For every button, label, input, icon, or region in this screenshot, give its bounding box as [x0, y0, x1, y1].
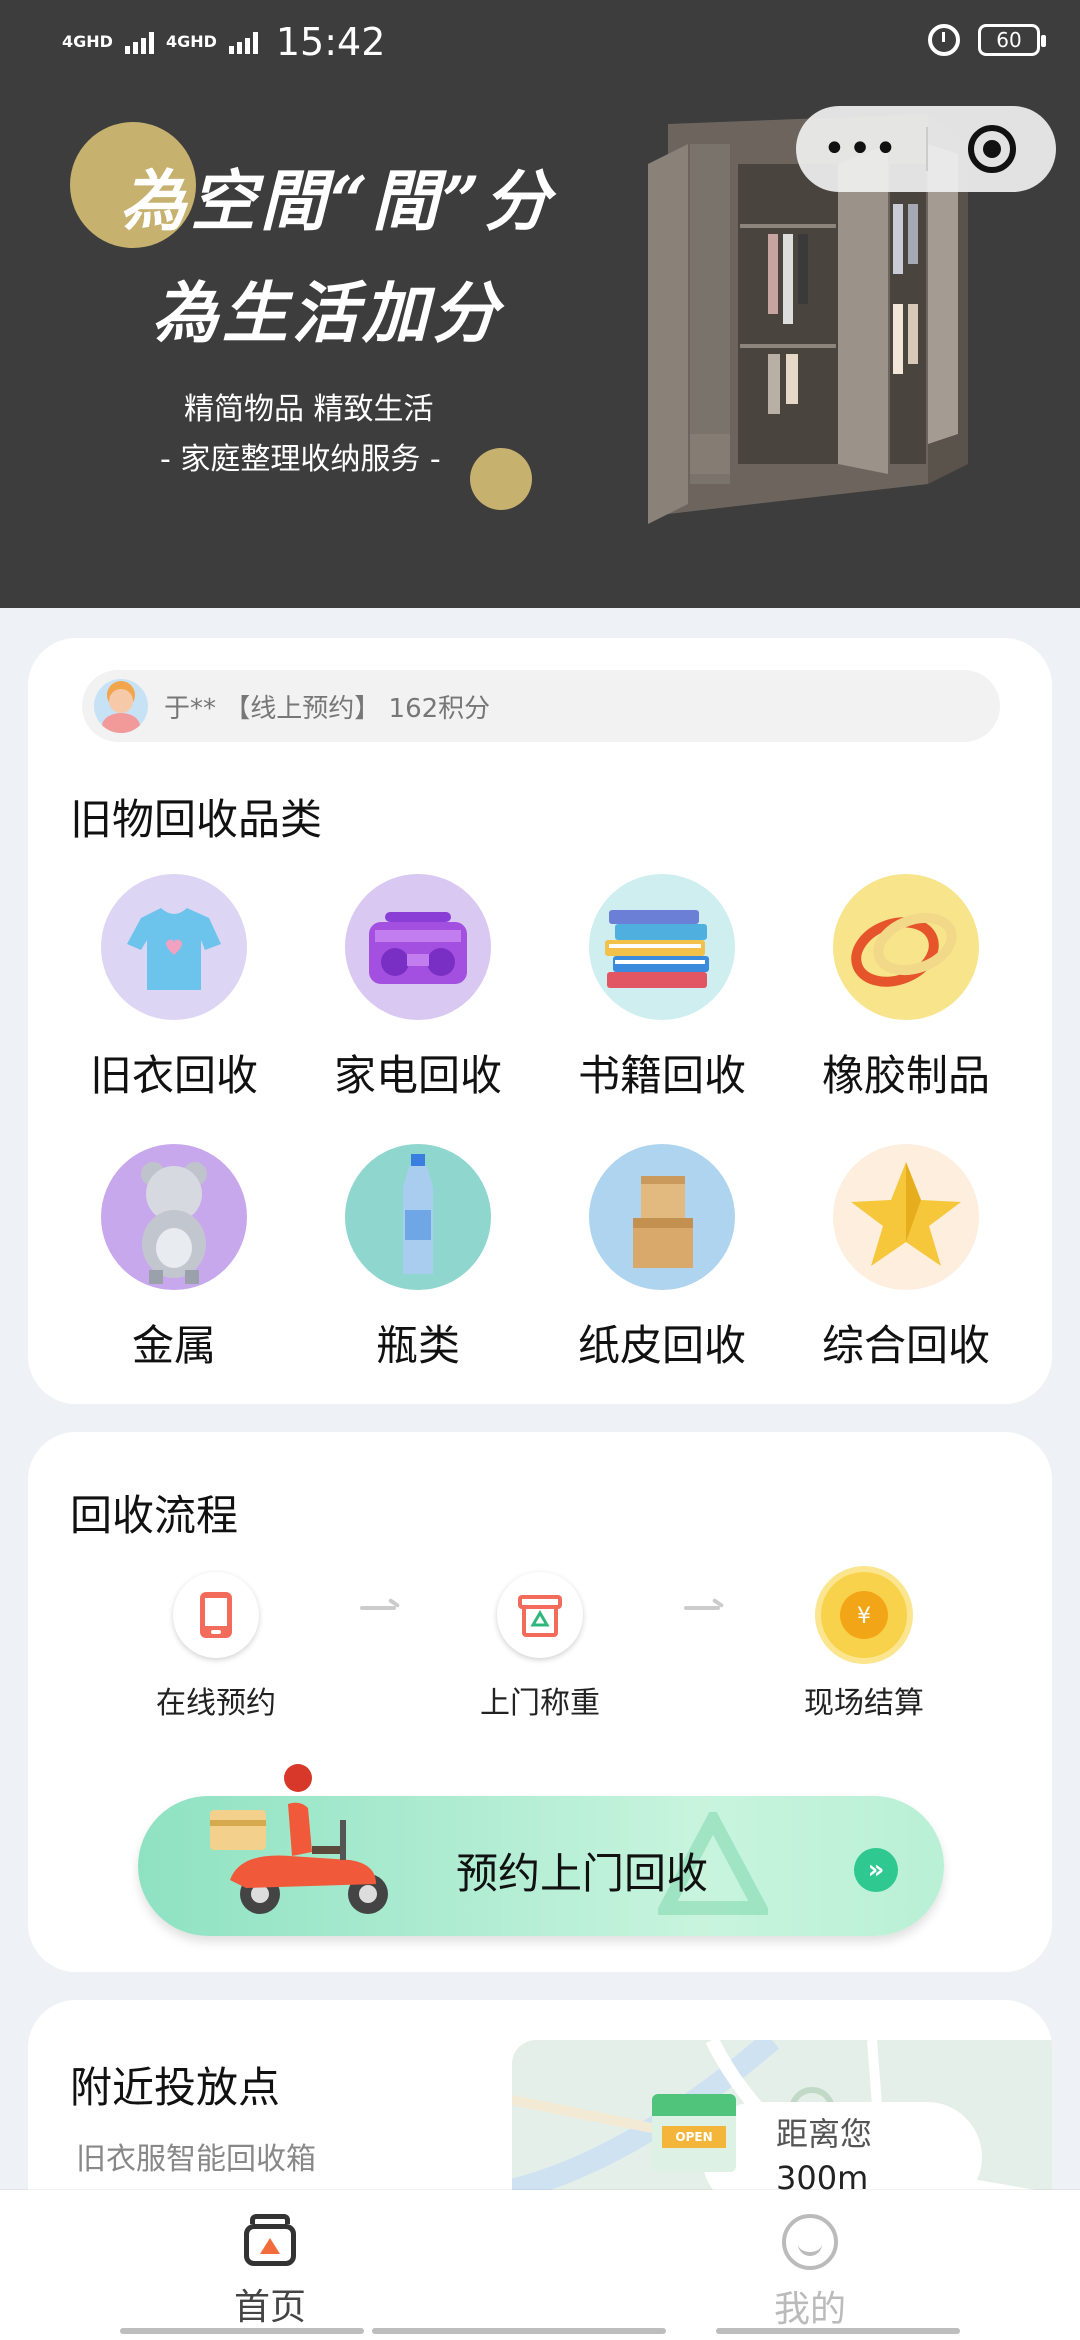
category-general[interactable]: 综合回收: [784, 1144, 1028, 1384]
signal-icon: [228, 30, 258, 54]
avatar: [94, 679, 148, 733]
category-metal[interactable]: 金属: [52, 1144, 296, 1384]
tshirt-icon: [101, 874, 247, 1020]
category-grid: 旧衣回收 家电回收 书籍回收 橡胶制品 金属 瓶类 纸皮回收 综合回收: [28, 874, 1052, 1384]
svg-text:¥: ¥: [857, 1604, 871, 1629]
category-clothes[interactable]: 旧衣回收: [52, 874, 296, 1114]
open-badge: OPEN: [662, 2126, 726, 2148]
category-label: 纸皮回收: [577, 1321, 746, 1370]
home-indicator[interactable]: [372, 2328, 666, 2334]
target-close-icon: [968, 125, 1016, 173]
category-label: 橡胶制品: [821, 1051, 990, 1100]
arrow-icon: [684, 1598, 724, 1618]
nearby-subtitle: 旧衣服智能回收箱: [76, 2142, 316, 2177]
banner-slogan-line1: 為空間“間”分: [120, 162, 554, 240]
books-icon: [589, 874, 735, 1020]
ticker-text: 于** 【线上预约】 162积分: [164, 693, 491, 724]
category-books[interactable]: 书籍回收: [540, 874, 784, 1114]
home-indicator[interactable]: [716, 2328, 960, 2334]
category-rubber[interactable]: 橡胶制品: [784, 874, 1028, 1114]
activity-ticker: 于** 【线上预约】 162积分: [82, 670, 1000, 742]
bottom-tab-bar: 首页 我的: [0, 2190, 1080, 2340]
distance-label: 距离您: [776, 2115, 873, 2153]
process-card: 回收流程 在线预约 上门称重 ¥ 现场结算 预约上门回收 »: [28, 1432, 1052, 1972]
recycle-box-icon: OPEN: [652, 2094, 736, 2172]
banner-subtitle: 精简物品 精致生活: [184, 392, 434, 427]
phone-icon: [173, 1572, 259, 1658]
rubber-band-icon: [833, 874, 979, 1020]
banner-subtitle-service: - 家庭整理收纳服务 -: [160, 442, 441, 477]
category-appliances[interactable]: 家电回收: [296, 874, 540, 1114]
cardboard-box-icon: [589, 1144, 735, 1290]
category-label: 旧衣回收: [89, 1051, 258, 1100]
step-online-booking: 在线预约: [106, 1572, 326, 1722]
recycle-bin-icon: [497, 1572, 583, 1658]
categories-card: 于** 【线上预约】 162积分 旧物回收品类 旧衣回收 家电回收 书籍回收 橡: [28, 638, 1052, 1404]
signal-icon: [124, 30, 154, 54]
tab-profile[interactable]: 我的: [710, 2214, 910, 2332]
category-label: 综合回收: [821, 1321, 990, 1370]
alarm-icon: [928, 24, 960, 56]
bottle-icon: [345, 1144, 491, 1290]
category-label: 金属: [131, 1321, 216, 1370]
double-chevron-icon: »: [854, 1848, 898, 1892]
radio-icon: [345, 874, 491, 1020]
hero-banner[interactable]: 為空間“間”分 為生活加分 精简物品 精致生活 - 家庭整理收纳服务 - 4GH…: [0, 0, 1080, 608]
home-box-icon: [242, 2214, 298, 2268]
network-type: 4GHD: [62, 32, 113, 51]
tab-home[interactable]: 首页: [170, 2214, 370, 2330]
close-button[interactable]: [928, 125, 1056, 173]
status-time: 15:42: [275, 20, 386, 64]
category-label: 书籍回收: [577, 1051, 746, 1100]
step-label: 现场结算: [804, 1686, 924, 1721]
tab-label: 首页: [233, 2287, 306, 2328]
network-type: 4GHD: [165, 32, 217, 51]
process-steps: 在线预约 上门称重 ¥ 现场结算: [28, 1572, 1052, 1752]
arrow-icon: [360, 1598, 400, 1618]
step-weighing: 上门称重: [430, 1572, 650, 1722]
decor-circle: [470, 448, 532, 510]
more-button[interactable]: •••: [796, 129, 926, 169]
category-label: 家电回收: [333, 1051, 502, 1100]
step-settlement: ¥ 现场结算: [754, 1572, 974, 1722]
category-label: 瓶类: [375, 1321, 460, 1370]
category-bottles[interactable]: 瓶类: [296, 1144, 540, 1384]
home-indicator[interactable]: [120, 2328, 364, 2334]
mini-program-capsule: •••: [796, 106, 1056, 192]
step-label: 上门称重: [480, 1686, 600, 1721]
metal-bear-icon: [101, 1144, 247, 1290]
book-pickup-label: 预约上门回收: [456, 1849, 709, 1898]
category-cardboard[interactable]: 纸皮回收: [540, 1144, 784, 1384]
step-label: 在线预约: [156, 1686, 276, 1721]
tab-label: 我的: [773, 2289, 846, 2330]
star-icon: [833, 1144, 979, 1290]
status-bar: 4GHD 4GHD 15:42 60: [0, 0, 1080, 84]
smile-icon: [782, 2214, 838, 2270]
banner-slogan-line2: 為生活加分: [152, 274, 502, 352]
coin-icon: ¥: [821, 1572, 907, 1658]
battery-icon: 60: [978, 24, 1046, 56]
process-title: 回收流程: [70, 1491, 239, 1540]
delivery-scooter-icon: [210, 1764, 388, 1914]
nearby-title: 附近投放点: [70, 2063, 281, 2112]
categories-title: 旧物回收品类: [70, 795, 323, 844]
